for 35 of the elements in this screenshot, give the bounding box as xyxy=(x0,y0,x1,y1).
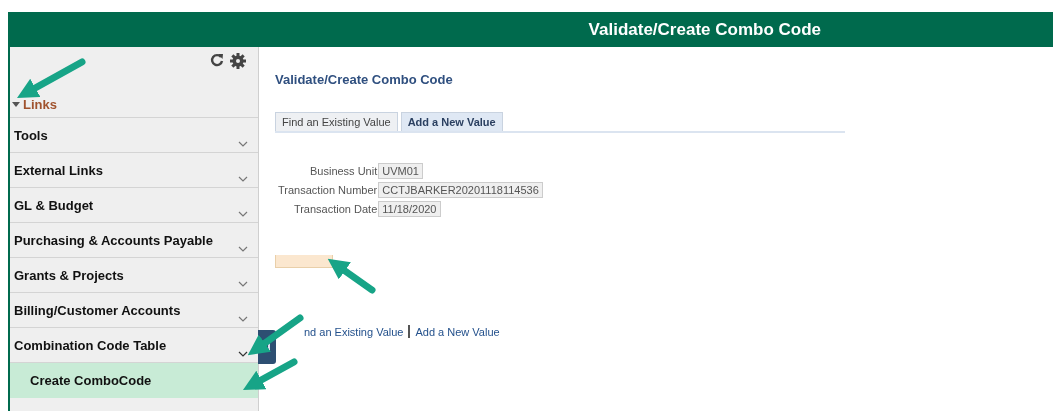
sidebar-item[interactable]: GL & Budget xyxy=(10,188,258,223)
annotation-arrow xyxy=(17,58,86,99)
sidebar-subitem[interactable]: Create ComboCode xyxy=(10,363,258,398)
sidebar-item[interactable]: Tools xyxy=(10,118,258,153)
settings-icon[interactable] xyxy=(230,53,246,69)
chevron-icon xyxy=(238,351,248,357)
sidebar-item[interactable]: Grants & Projects xyxy=(10,258,258,293)
readonly-field: CCTJBARKER20201118114536 xyxy=(378,182,543,198)
chevron-icon xyxy=(238,281,248,287)
link[interactable]: Add a New Value xyxy=(415,325,500,338)
annotation-arrow xyxy=(247,314,304,356)
readonly-field: UVM01 xyxy=(378,163,423,179)
chevron-icon xyxy=(238,141,248,147)
page-header-title: Validate/Create Combo Code xyxy=(588,19,821,40)
annotation-arrow xyxy=(242,358,298,391)
readonly-field: 11/18/2020 xyxy=(378,201,441,217)
annotation-arrow xyxy=(327,258,376,294)
chevron-icon xyxy=(238,211,248,217)
sidebar-item[interactable]: Billing/Customer Accounts xyxy=(10,293,258,328)
chevron-icon xyxy=(238,316,248,322)
add-button[interactable] xyxy=(275,255,333,268)
field-label: Business Unit xyxy=(309,165,378,177)
links-section-header[interactable]: Links xyxy=(10,71,258,118)
tab[interactable]: Find an Existing Value xyxy=(275,112,398,131)
field-label: Transaction Number xyxy=(278,184,378,196)
tab[interactable]: Add a New Value xyxy=(400,112,503,131)
chevron-icon xyxy=(238,246,248,252)
sidebar-item[interactable]: Purchasing & Accounts Payable xyxy=(10,223,258,258)
refresh-icon[interactable] xyxy=(210,53,224,67)
chevron-icon xyxy=(238,176,248,182)
field-label: Transaction Date xyxy=(292,203,378,215)
page-title: Validate/Create Combo Code xyxy=(275,72,454,87)
sidebar-item[interactable]: External Links xyxy=(10,153,258,188)
caret-icon xyxy=(12,102,20,107)
link[interactable]: nd an Existing Value xyxy=(304,325,404,338)
